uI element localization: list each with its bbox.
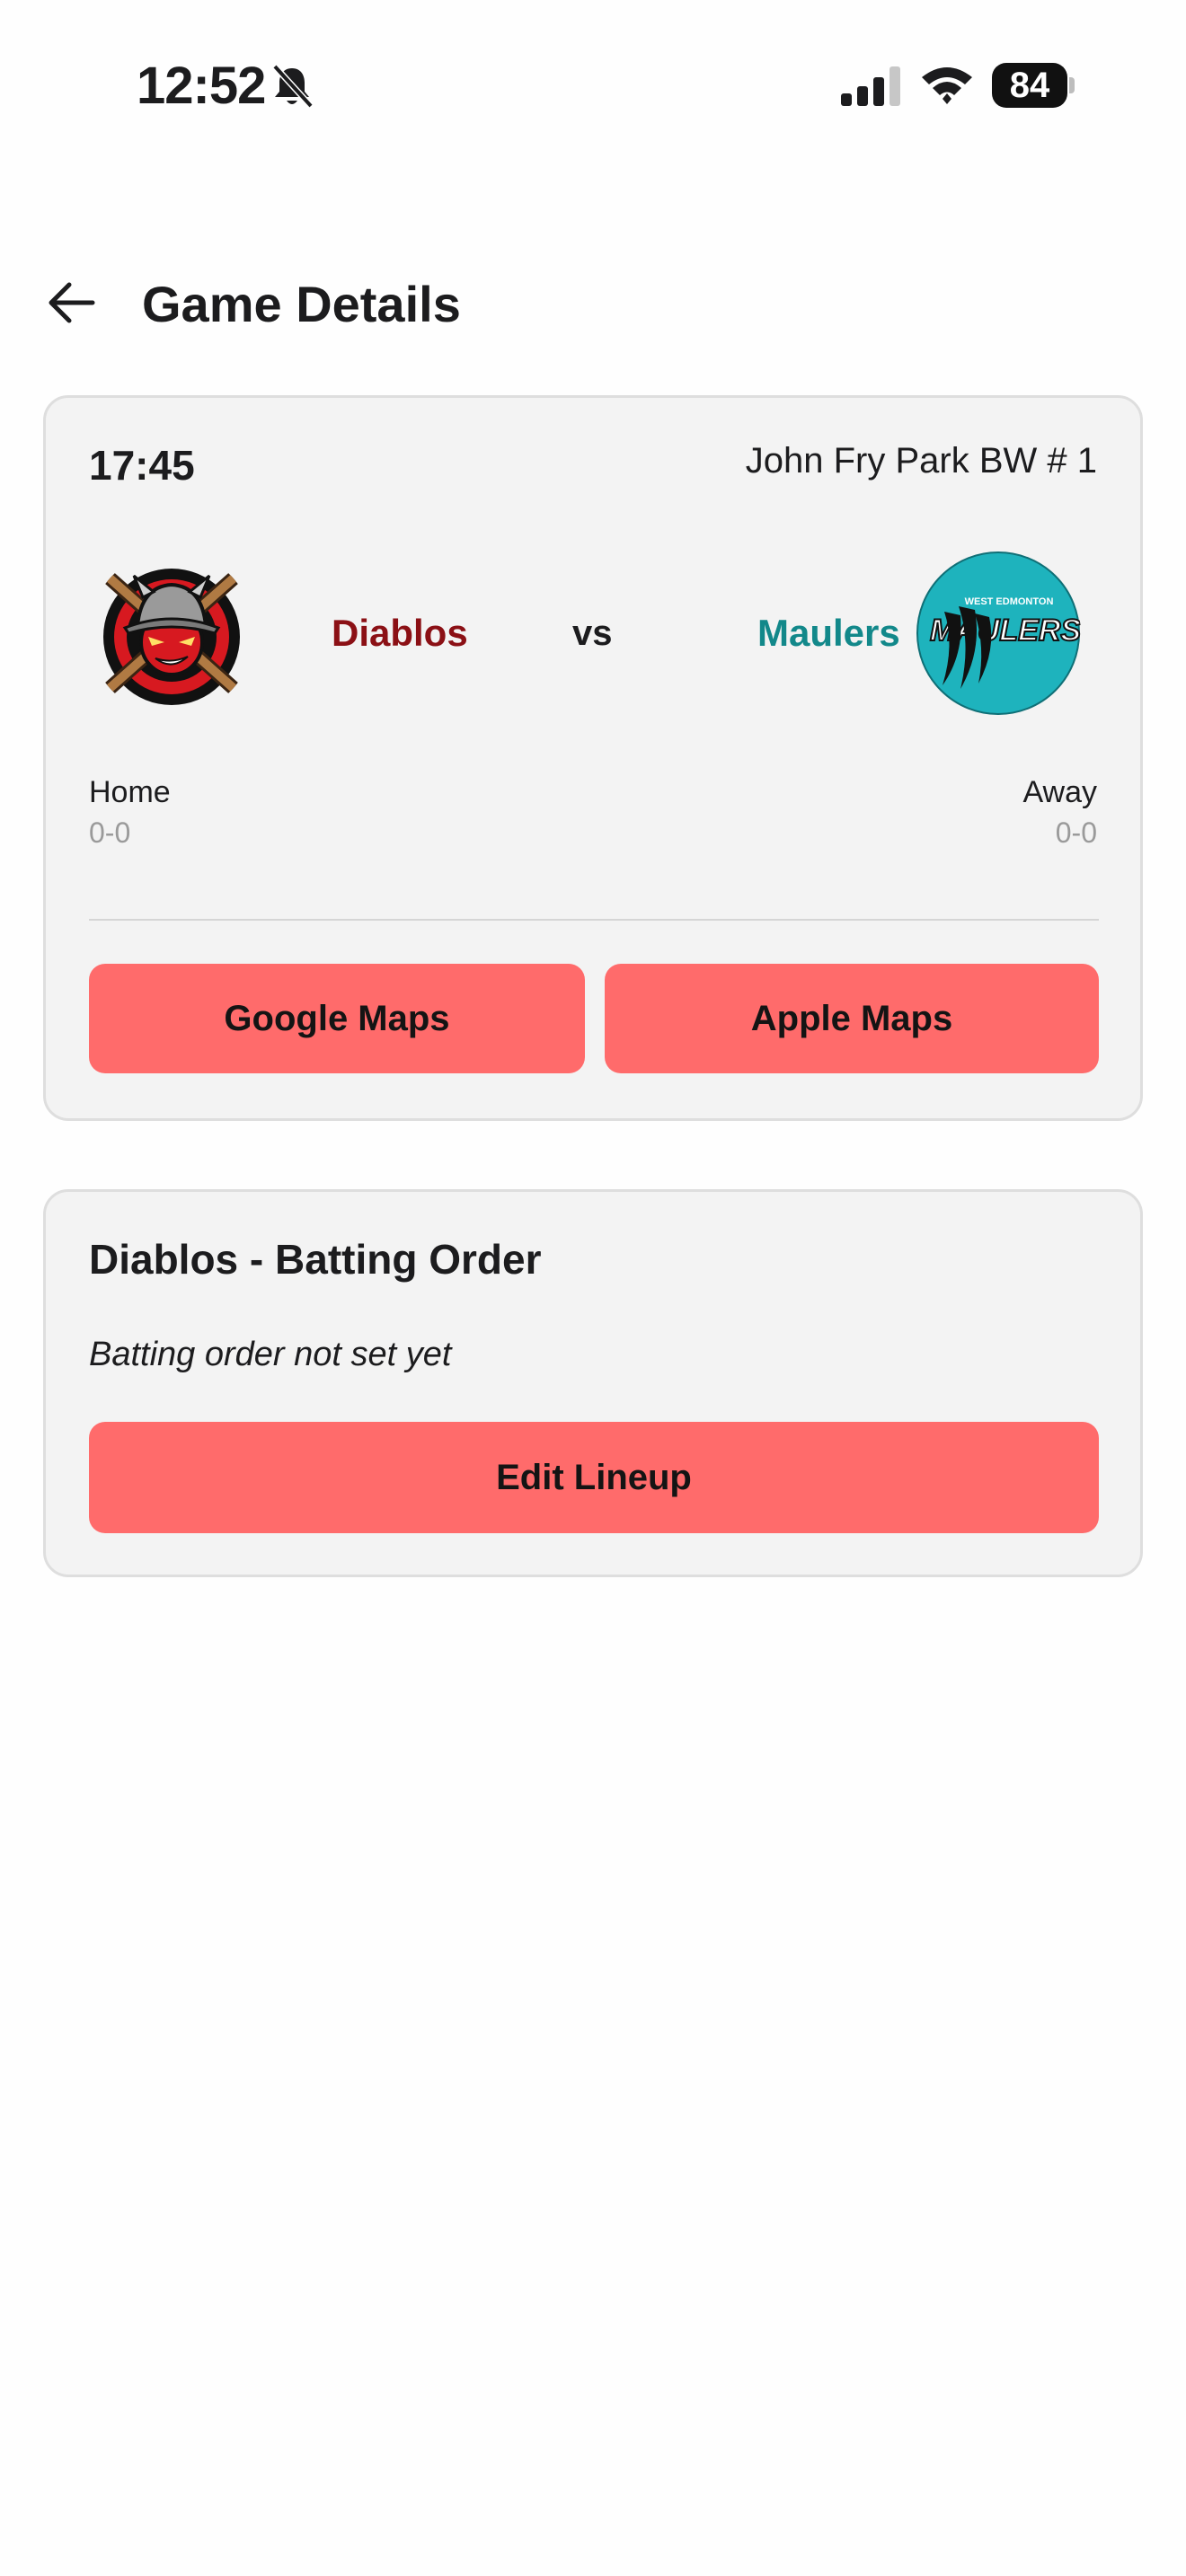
home-role-label: Home: [89, 775, 171, 809]
lineup-card: Diablos - Batting Order Batting order no…: [43, 1189, 1143, 1577]
home-team-name: Diablos: [332, 612, 468, 654]
header: Game Details: [0, 260, 1186, 350]
maulers-logo: WEST EDMONTON MAULERS: [916, 551, 1081, 715]
edit-lineup-button[interactable]: Edit Lineup: [89, 1422, 1099, 1533]
game-card: 17:45 John Fry Park BW # 1 Diablos vs Ma…: [43, 395, 1143, 1121]
battery-cap: [1069, 77, 1075, 93]
bell-muted-icon: [272, 64, 314, 109]
google-maps-button[interactable]: Google Maps: [89, 964, 585, 1073]
away-team-name: Maulers: [757, 612, 900, 654]
page-title: Game Details: [142, 276, 461, 332]
cellular-signal-icon: [841, 66, 900, 106]
arrow-left-icon: [49, 282, 95, 323]
venue-label: John Fry Park BW # 1: [745, 441, 1097, 481]
lineup-status: Batting order not set yet: [89, 1336, 452, 1373]
battery-indicator: 84: [992, 63, 1075, 108]
wifi-icon: [922, 67, 972, 104]
vs-label: vs: [572, 613, 613, 653]
divider: [89, 919, 1099, 921]
lineup-title: Diablos - Batting Order: [89, 1236, 542, 1283]
maulers-logo-subtitle: WEST EDMONTON: [965, 596, 1054, 607]
away-record: 0-0: [1055, 816, 1097, 849]
home-record: 0-0: [89, 816, 131, 849]
back-button[interactable]: [40, 271, 102, 334]
status-bar: 12:52 84: [0, 0, 1186, 171]
battery-level: 84: [992, 63, 1067, 108]
screen: 12:52 84 Game Details 17:45 John Fry Par…: [0, 0, 1186, 2576]
game-time: 17:45: [89, 442, 195, 489]
diablos-logo: [100, 569, 243, 705]
status-time: 12:52: [137, 57, 266, 115]
apple-maps-button[interactable]: Apple Maps: [605, 964, 1099, 1073]
away-role-label: Away: [1022, 775, 1097, 809]
